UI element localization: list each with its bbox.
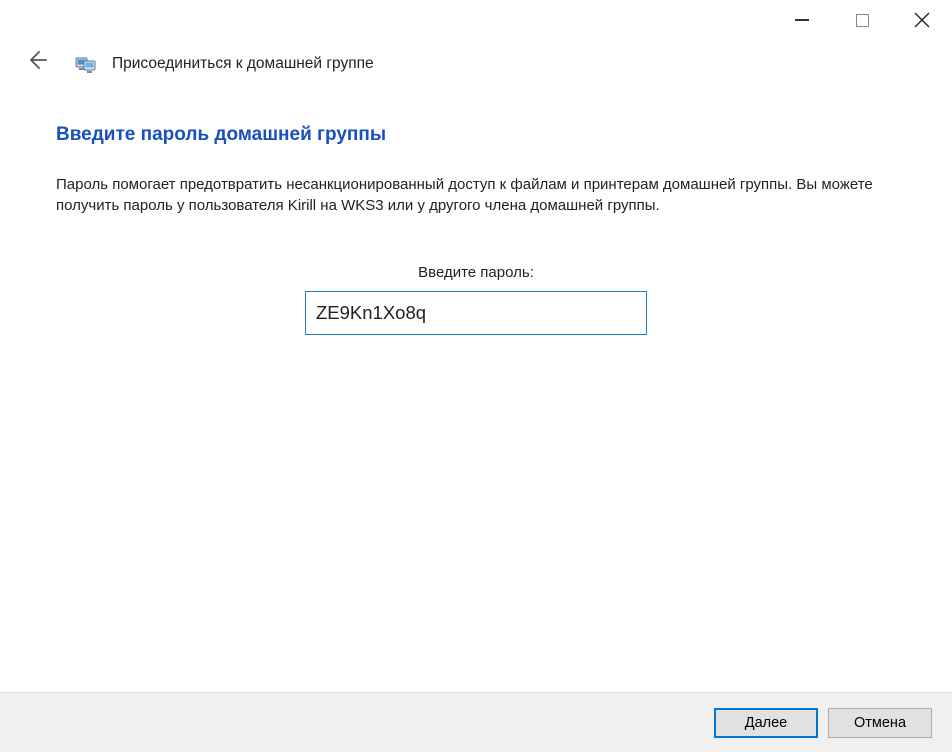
header: Присоединиться к домашней группе bbox=[0, 40, 952, 94]
maximize-button[interactable] bbox=[832, 3, 892, 37]
password-section: Введите пароль: bbox=[56, 264, 896, 335]
close-button[interactable] bbox=[892, 3, 952, 37]
titlebar bbox=[0, 0, 952, 40]
next-button[interactable]: Далее bbox=[714, 708, 818, 738]
back-arrow-icon bbox=[26, 49, 48, 71]
minimize-icon bbox=[795, 19, 809, 21]
cancel-button[interactable]: Отмена bbox=[828, 708, 932, 738]
password-label: Введите пароль: bbox=[56, 264, 896, 281]
page-heading: Введите пароль домашней группы bbox=[56, 124, 896, 146]
close-icon bbox=[914, 12, 930, 28]
minimize-button[interactable] bbox=[772, 3, 832, 37]
content-area: Введите пароль домашней группы Пароль по… bbox=[0, 94, 952, 335]
footer: Далее Отмена bbox=[0, 692, 952, 752]
back-button[interactable] bbox=[20, 45, 54, 82]
homegroup-icon bbox=[75, 54, 97, 74]
window-title: Присоединиться к домашней группе bbox=[112, 55, 374, 73]
maximize-icon bbox=[856, 14, 869, 27]
password-input[interactable] bbox=[305, 291, 647, 335]
description-text: Пароль помогает предотвратить несанкцион… bbox=[56, 174, 896, 216]
